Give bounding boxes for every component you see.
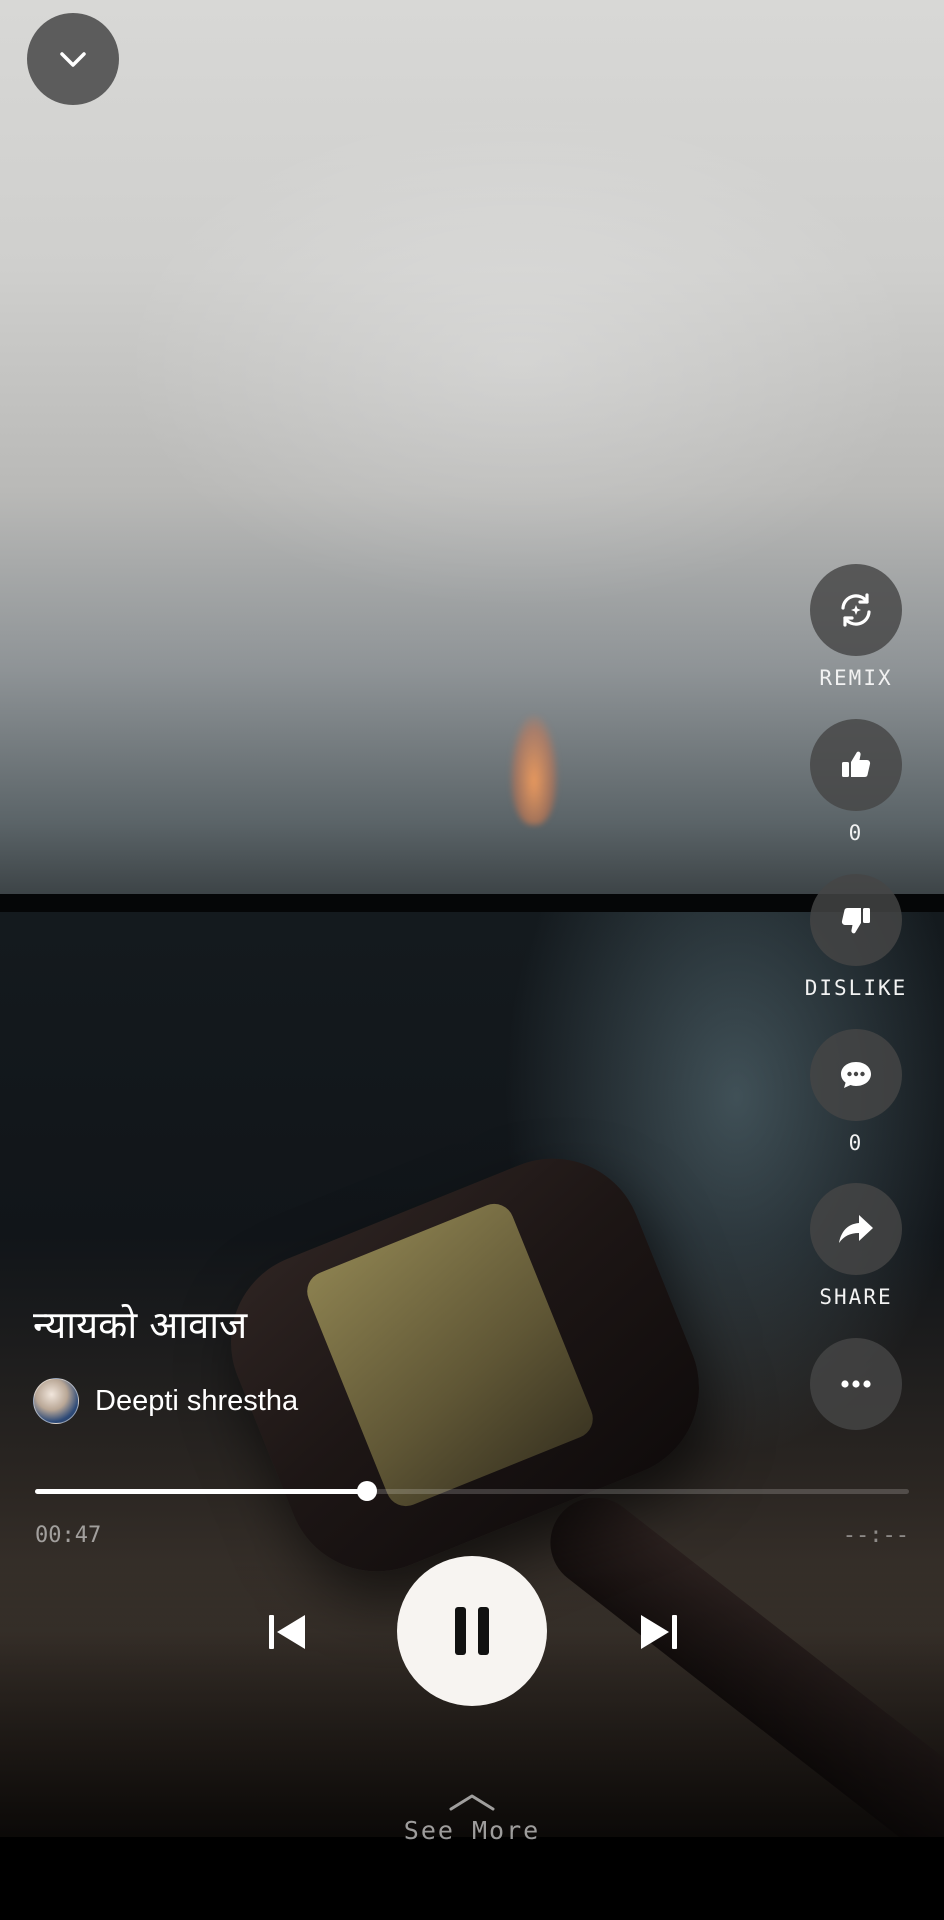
next-button[interactable] xyxy=(632,1605,686,1659)
dislike-action[interactable]: DISLIKE xyxy=(804,874,908,1000)
share-label: SHARE xyxy=(819,1285,893,1309)
pause-button[interactable] xyxy=(397,1556,547,1706)
collapse-button[interactable] xyxy=(27,13,119,105)
remix-label: REMIX xyxy=(819,666,893,690)
previous-button[interactable] xyxy=(260,1605,314,1659)
share-action[interactable]: SHARE xyxy=(806,1183,906,1309)
share-icon xyxy=(839,1215,873,1243)
elapsed-time: 00:47 xyxy=(35,1523,102,1548)
track-title: न्यायको आवाज xyxy=(33,1303,248,1347)
progress-bar[interactable] xyxy=(35,1481,909,1501)
share-button[interactable] xyxy=(810,1183,902,1275)
cover-art-divider xyxy=(0,894,944,912)
more-icon xyxy=(841,1380,871,1388)
avatar[interactable] xyxy=(33,1378,79,1424)
dislike-label: DISLIKE xyxy=(804,976,908,1000)
artist-name[interactable]: Deepti shrestha xyxy=(95,1385,298,1418)
skip-previous-icon xyxy=(269,1615,305,1649)
thumbs-up-icon xyxy=(842,751,871,777)
footer-bar xyxy=(0,1837,944,1920)
thumbs-down-icon xyxy=(841,908,870,934)
skip-next-icon xyxy=(641,1615,677,1649)
chevron-up-icon xyxy=(449,1794,495,1811)
remix-button[interactable] xyxy=(810,564,902,656)
pause-icon xyxy=(455,1607,489,1655)
more-button[interactable] xyxy=(810,1338,902,1430)
more-action[interactable] xyxy=(806,1338,906,1430)
like-count: 0 xyxy=(848,821,864,845)
dislike-button[interactable] xyxy=(810,874,902,966)
comment-button[interactable] xyxy=(810,1029,902,1121)
comment-action[interactable]: 0 xyxy=(806,1029,906,1155)
cover-art-flame xyxy=(510,715,558,825)
comment-count: 0 xyxy=(848,1131,864,1155)
like-button[interactable] xyxy=(810,719,902,811)
progress-thumb[interactable] xyxy=(357,1481,378,1501)
like-action[interactable]: 0 xyxy=(806,719,906,845)
progress-fill xyxy=(35,1489,368,1494)
see-more-label: See More xyxy=(403,1816,541,1845)
remix-icon xyxy=(841,593,871,627)
artist-row[interactable]: Deepti shrestha xyxy=(33,1378,298,1424)
cover-art-top xyxy=(0,0,944,894)
total-time: --:-- xyxy=(842,1523,909,1548)
see-more-button[interactable]: See More xyxy=(372,1792,572,1845)
comment-icon xyxy=(841,1062,871,1088)
chevron-down-icon xyxy=(60,52,86,67)
remix-action[interactable]: REMIX xyxy=(806,564,906,690)
